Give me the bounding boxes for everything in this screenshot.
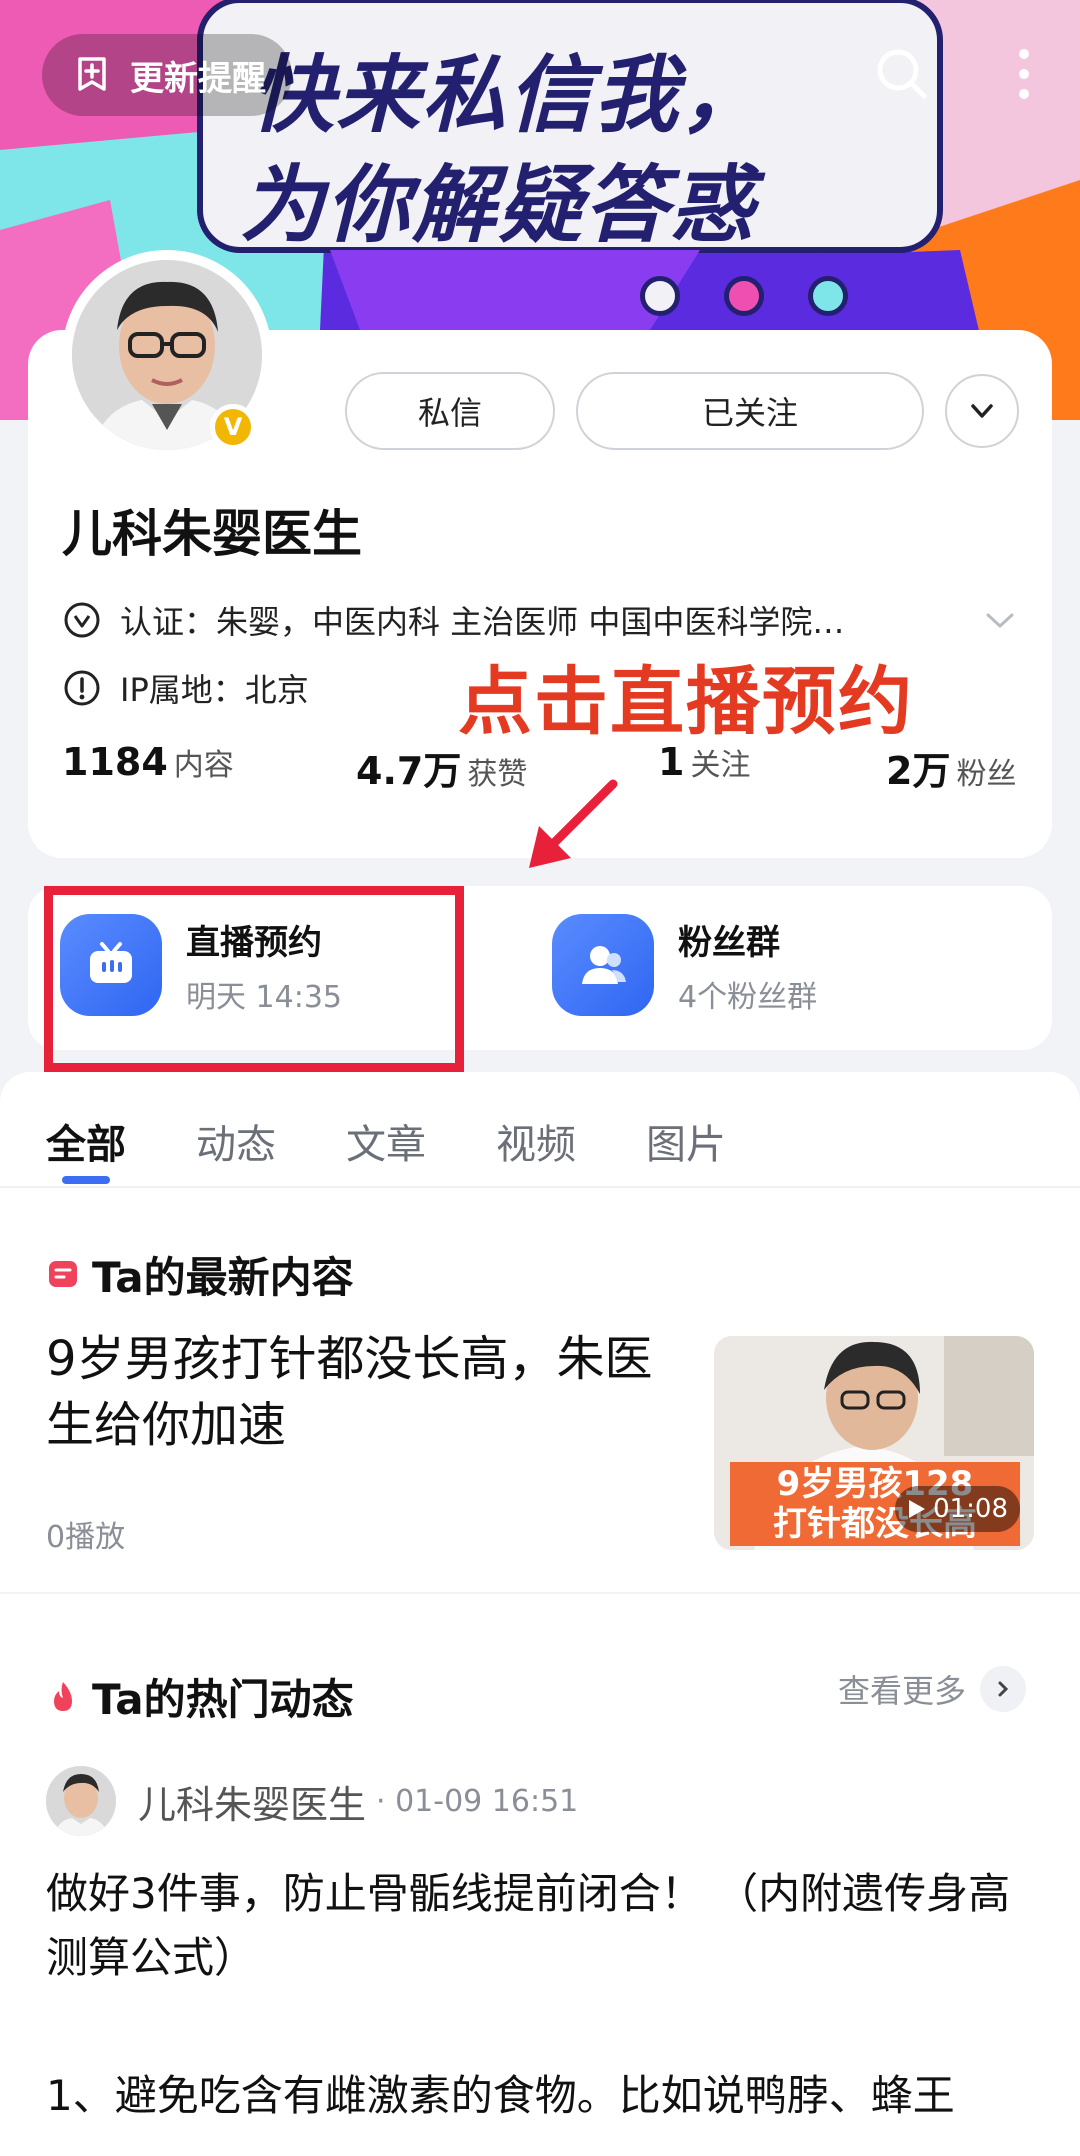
search-icon[interactable] <box>872 44 932 104</box>
stat-value: 4.7万 <box>356 749 462 793</box>
update-reminder-button[interactable]: 更新提醒 <box>42 34 292 116</box>
certification-row[interactable]: 认证：朱婴，中医内科 主治医师 中国中医科学院… <box>62 598 844 642</box>
fire-icon <box>54 1681 72 1711</box>
stat-value: 1184 <box>62 740 168 784</box>
add-reminder-icon <box>78 57 106 91</box>
annotation-arrow-icon <box>529 779 618 868</box>
post-author-name: 儿科朱婴医生 <box>138 1782 367 1827</box>
latest-video-thumbnail[interactable]: 9岁男孩128 打针都没长高 01:08 <box>714 1336 1034 1550</box>
banner-headline: 快来私信我， 为你解疑答惑 <box>240 40 767 260</box>
banner-dot <box>724 276 764 316</box>
tab-videos[interactable]: 视频 <box>496 1112 576 1170</box>
profile-name: 儿科朱婴医生 <box>62 505 362 563</box>
post-author-avatar <box>46 1766 116 1836</box>
banner-line-1: 快来私信我， <box>250 46 767 144</box>
certification-icon <box>64 602 100 638</box>
latest-content-heading-text: Ta的最新内容 <box>92 1253 354 1302</box>
tab-all[interactable]: 全部 <box>46 1112 126 1170</box>
stat-label: 获赞 <box>467 757 528 792</box>
chevron-down-icon <box>971 404 993 418</box>
post-body[interactable]: 1、避免吃含有雌激素的食物。比如说鸭脖、蜂王 <box>46 2064 1046 2128</box>
stat-label: 粉丝 <box>956 757 1017 792</box>
more-options-icon[interactable] <box>1000 44 1060 104</box>
verified-badge-icon: V <box>210 404 256 450</box>
banner-dots <box>640 276 848 316</box>
post-date: · 01-09 16:51 <box>376 1783 579 1819</box>
update-reminder-label: 更新提醒 <box>130 58 266 99</box>
banner-dot <box>640 276 680 316</box>
info-icon <box>64 670 100 706</box>
hot-posts-heading-text: Ta的热门动态 <box>92 1675 354 1724</box>
tab-updates[interactable]: 动态 <box>196 1112 276 1170</box>
video-duration: 01:08 <box>895 1486 1020 1532</box>
post-author[interactable]: 儿科朱婴医生 · 01-09 16:51 <box>46 1766 578 1836</box>
annotation-text: 点击直播预约 <box>458 659 914 745</box>
chevron-down-icon[interactable] <box>982 606 1018 636</box>
view-more-link[interactable]: 查看更多 <box>838 1666 1027 1712</box>
content-tabs: 全部 动态 文章 视频 图片 <box>0 1072 1080 1188</box>
active-tab-indicator <box>62 1176 110 1184</box>
highlight-box <box>44 886 464 1072</box>
stat-contents[interactable]: 1184 内容 <box>62 740 234 784</box>
stat-label: 关注 <box>690 748 751 783</box>
hot-posts-heading: Ta的热门动态 <box>46 1666 354 1727</box>
fan-group-count: 4个粉丝群 <box>678 979 818 1015</box>
latest-post-title[interactable]: 9岁男孩打针都没长高，朱医生给你加速 <box>46 1326 696 1458</box>
latest-content-icon <box>49 1260 77 1287</box>
fan-group-title: 粉丝群 <box>678 922 780 963</box>
latest-content-heading: Ta的最新内容 <box>46 1244 354 1305</box>
banner-line-2: 为你解疑答惑 <box>240 156 757 254</box>
stat-value: 2万 <box>886 749 951 793</box>
banner-dot <box>808 276 848 316</box>
fan-group-icon <box>552 914 654 1016</box>
latest-post-plays: 0播放 <box>46 1520 126 1555</box>
tab-articles[interactable]: 文章 <box>346 1112 426 1170</box>
chevron-right-icon <box>980 1666 1027 1712</box>
following-button[interactable]: 已关注 <box>576 372 924 450</box>
expand-recommend-button[interactable] <box>945 374 1019 448</box>
direct-message-button[interactable]: 私信 <box>345 372 555 450</box>
ip-location-text: IP属地：北京 <box>120 671 309 709</box>
post-title[interactable]: 做好3件事，防止骨骺线提前闭合！ （内附遗传身高测算公式） <box>46 1862 1046 1990</box>
tab-images[interactable]: 图片 <box>646 1112 726 1170</box>
play-icon <box>909 1500 926 1518</box>
certification-text: 认证：朱婴，中医内科 主治医师 中国中医科学院… <box>120 603 845 641</box>
view-more-text: 查看更多 <box>838 1672 967 1710</box>
fan-group-entry[interactable]: 粉丝群 4个粉丝群 <box>552 914 817 1016</box>
stat-label: 内容 <box>173 748 234 783</box>
ip-location-row: IP属地：北京 <box>62 666 309 710</box>
video-duration-text: 01:08 <box>933 1494 1008 1524</box>
